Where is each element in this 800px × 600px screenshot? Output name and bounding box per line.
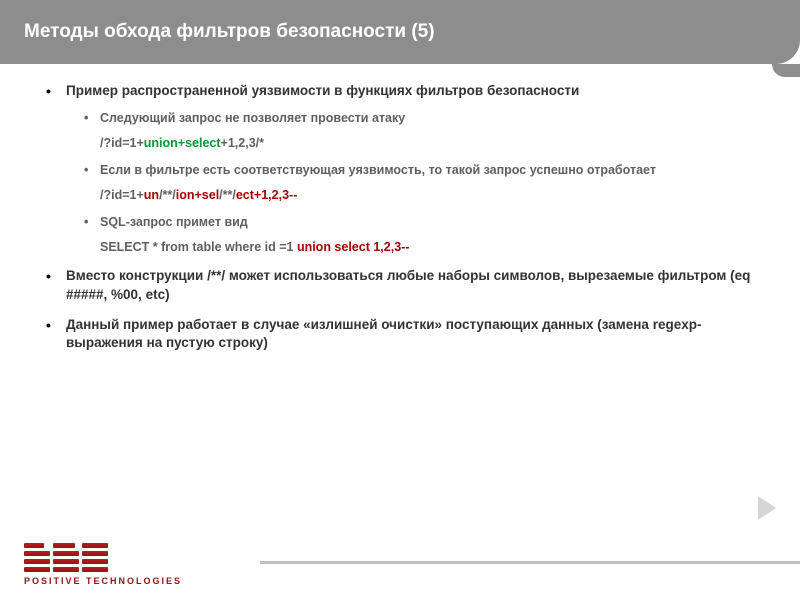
footer-divider bbox=[260, 561, 800, 564]
code3-kw: union select 1,2,3-- bbox=[297, 240, 410, 254]
slide-title: Методы обхода фильтров безопасности (5) bbox=[24, 21, 435, 43]
slide: Методы обхода фильтров безопасности (5) … bbox=[0, 0, 800, 600]
code-line-2: /?id=1+un/**/ion+sel/**/ect+1,2,3-- bbox=[100, 187, 754, 204]
sub-1-1: Следующий запрос не позволяет провести а… bbox=[100, 110, 754, 127]
code2-r2: ion+sel bbox=[176, 188, 219, 202]
bullet-1-sublist: Следующий запрос не позволяет провести а… bbox=[66, 110, 754, 255]
logo: POSITIVE TECHNOLOGIES bbox=[24, 543, 182, 586]
code-line-3: SELECT * from table where id =1 union se… bbox=[100, 239, 754, 256]
code-line-1: /?id=1+union+select+1,2,3/* bbox=[100, 135, 754, 152]
code2-p3: /**/ bbox=[219, 188, 236, 202]
title-bar: Методы обхода фильтров безопасности (5) bbox=[0, 0, 800, 64]
code1-keyword: union+select bbox=[144, 136, 221, 150]
code2-r1: un bbox=[144, 188, 159, 202]
sub-1-3: SQL-запрос примет вид bbox=[100, 214, 754, 231]
bullet-1: Пример распространенной уязвимости в фун… bbox=[66, 82, 754, 255]
logo-text: POSITIVE TECHNOLOGIES bbox=[24, 576, 182, 586]
code3-pre: SELECT * from table where id =1 bbox=[100, 240, 297, 254]
footer: POSITIVE TECHNOLOGIES bbox=[0, 530, 800, 600]
bullet-2: Вместо конструкции /**/ может использова… bbox=[66, 267, 754, 303]
bullet-3: Данный пример работает в случае «излишне… bbox=[66, 316, 754, 352]
code2-p2: /**/ bbox=[159, 188, 176, 202]
sub-1-2: Если в фильтре есть соответствующая уязв… bbox=[100, 162, 754, 179]
code2-r3: ect+1,2,3-- bbox=[236, 188, 298, 202]
bullet-list: Пример распространенной уязвимости в фун… bbox=[46, 82, 754, 352]
slide-content: Пример распространенной уязвимости в фун… bbox=[0, 64, 800, 352]
code2-p1: /?id=1+ bbox=[100, 188, 144, 202]
code1-post: +1,2,3/* bbox=[221, 136, 264, 150]
bullet-1-text: Пример распространенной уязвимости в фун… bbox=[66, 83, 579, 98]
code1-pre: /?id=1+ bbox=[100, 136, 144, 150]
logo-bars-icon bbox=[24, 543, 182, 572]
next-arrow-icon[interactable] bbox=[758, 496, 776, 520]
